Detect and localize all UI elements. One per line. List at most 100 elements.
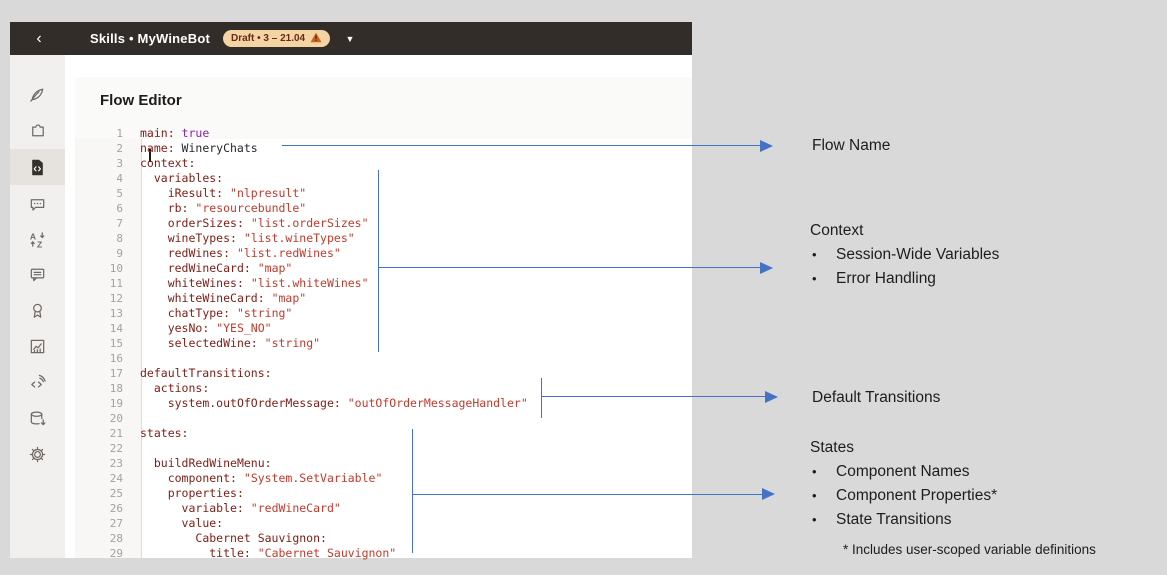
line-number: 28 bbox=[109, 532, 123, 545]
chat-lines-icon bbox=[28, 265, 47, 284]
line-number: 14 bbox=[109, 322, 123, 335]
sidebar-item-settings-gear[interactable] bbox=[10, 436, 65, 472]
code-line: actions: bbox=[153, 381, 210, 395]
sidebar-item-chat-lines[interactable] bbox=[10, 256, 65, 292]
line-number: 17 bbox=[109, 367, 123, 380]
line-number: 9 bbox=[116, 247, 123, 260]
insights-chart-icon bbox=[28, 337, 47, 356]
svg-text:Z: Z bbox=[37, 239, 42, 248]
flow-name-arrow-line bbox=[282, 145, 760, 146]
annotation-states-bullet: State Transitions bbox=[810, 508, 997, 532]
quill-icon bbox=[28, 85, 47, 104]
line-number: 20 bbox=[109, 412, 123, 425]
warning-triangle-icon bbox=[310, 32, 322, 46]
line-number: 24 bbox=[109, 472, 123, 485]
page-title: Flow Editor bbox=[100, 92, 182, 109]
top-bar: ‹ Skills • MyWineBot Draft • 3 – 21.04 ▼ bbox=[10, 22, 692, 55]
skill-title: Skills • MyWineBot bbox=[90, 31, 210, 46]
sidebar-item-chat-dots[interactable] bbox=[10, 186, 65, 222]
screenshot-root: ‹ Skills • MyWineBot Draft • 3 – 21.04 ▼… bbox=[0, 0, 1167, 575]
line-number: 10 bbox=[109, 262, 123, 275]
code-line: name: WineryChats bbox=[140, 141, 258, 155]
line-number: 16 bbox=[109, 352, 123, 365]
line-number: 5 bbox=[116, 187, 123, 200]
sidebar-item-insights-chart[interactable] bbox=[10, 328, 65, 364]
code-line: variables: bbox=[153, 171, 224, 185]
back-button[interactable]: ‹ bbox=[26, 22, 52, 55]
context-arrow-head bbox=[760, 262, 773, 274]
back-chevron-icon: ‹ bbox=[36, 29, 42, 47]
default-transitions-bracket bbox=[541, 378, 542, 418]
line-number: 23 bbox=[109, 457, 123, 470]
line-number: 4 bbox=[116, 172, 123, 185]
code-line: properties: bbox=[167, 486, 244, 500]
code-line: context: bbox=[140, 156, 196, 170]
ribbon-icon bbox=[28, 301, 47, 320]
context-bracket bbox=[378, 170, 379, 352]
sidebar-item-quill[interactable] bbox=[10, 76, 65, 112]
default-transitions-arrow-head bbox=[765, 391, 778, 403]
code-line: redWineCard: "map" bbox=[167, 261, 293, 275]
puzzle-icon bbox=[28, 121, 47, 140]
line-number: 21 bbox=[109, 427, 123, 440]
annotation-context-block: Context Session-Wide Variables Error Han… bbox=[810, 219, 999, 291]
line-number: 1 bbox=[116, 127, 123, 140]
line-number: 6 bbox=[116, 202, 123, 215]
annotation-context-bullet: Session-Wide Variables bbox=[810, 243, 999, 267]
code-line: states: bbox=[140, 426, 189, 440]
line-number: 12 bbox=[109, 292, 123, 305]
database-export-icon bbox=[28, 409, 47, 428]
sidebar-item-code-signal[interactable] bbox=[10, 364, 65, 400]
code-line: defaultTransitions: bbox=[140, 366, 272, 380]
default-transitions-arrow-line bbox=[542, 396, 765, 397]
line-number: 13 bbox=[109, 307, 123, 320]
left-nav-sidebar: AZ bbox=[10, 55, 65, 558]
code-line: value: bbox=[181, 516, 224, 530]
code-line: whiteWineCard: "map" bbox=[167, 291, 307, 305]
annotation-states-title: States bbox=[810, 439, 854, 456]
code-line: redWines: "list.redWines" bbox=[167, 246, 341, 260]
code-line: buildRedWineMenu: bbox=[153, 456, 272, 470]
code-line: wineTypes: "list.wineTypes" bbox=[167, 231, 355, 245]
code-line: rb: "resourcebundle" bbox=[167, 201, 307, 215]
flow-code-icon bbox=[28, 158, 47, 177]
states-arrow-line bbox=[413, 494, 762, 495]
line-number: 3 bbox=[116, 157, 123, 170]
annotation-context-title: Context bbox=[810, 222, 864, 239]
skill-menu-caret[interactable]: ▼ bbox=[340, 22, 360, 55]
code-line: main: true bbox=[140, 126, 210, 140]
line-number: 15 bbox=[109, 337, 123, 350]
annotation-footnote: * Includes user-scoped variable definiti… bbox=[843, 542, 1096, 557]
code-line: selectedWine: "string" bbox=[167, 336, 321, 350]
code-line: variable: "redWineCard" bbox=[181, 501, 341, 515]
line-number: 27 bbox=[109, 517, 123, 530]
translate-sort-icon: AZ bbox=[28, 230, 47, 249]
states-bracket bbox=[412, 429, 413, 553]
version-badge-label: Draft • 3 – 21.04 bbox=[231, 33, 306, 44]
flow-name-arrow-head bbox=[760, 140, 773, 152]
code-line: component: "System.SetVariable" bbox=[167, 471, 383, 485]
sidebar-item-puzzle[interactable] bbox=[10, 112, 65, 148]
sidebar-item-ribbon[interactable] bbox=[10, 292, 65, 328]
svg-text:A: A bbox=[30, 231, 36, 241]
code-line: yesNo: "YES_NO" bbox=[167, 321, 272, 335]
sidebar-item-flow-code[interactable] bbox=[10, 149, 65, 185]
annotation-default-transitions: Default Transitions bbox=[812, 389, 941, 406]
chat-dots-icon bbox=[28, 195, 47, 214]
annotation-states-block: States Component Names Component Propert… bbox=[810, 436, 997, 532]
sidebar-item-database-export[interactable] bbox=[10, 400, 65, 436]
code-line: title: "Cabernet Sauvignon" bbox=[209, 546, 397, 560]
settings-gear-icon bbox=[28, 445, 47, 464]
context-arrow-line bbox=[379, 267, 760, 268]
line-number: 8 bbox=[116, 232, 123, 245]
code-line: chatType: "string" bbox=[167, 306, 293, 320]
sidebar-item-translate-sort[interactable]: AZ bbox=[10, 221, 65, 257]
annotation-states-bullet: Component Names bbox=[810, 460, 997, 484]
line-number: 19 bbox=[109, 397, 123, 410]
line-number: 29 bbox=[109, 547, 123, 560]
line-number: 18 bbox=[109, 382, 123, 395]
line-number: 26 bbox=[109, 502, 123, 515]
annotation-states-bullet: Component Properties* bbox=[810, 484, 997, 508]
annotation-flow-name: Flow Name bbox=[812, 137, 891, 154]
states-arrow-head bbox=[762, 488, 775, 500]
